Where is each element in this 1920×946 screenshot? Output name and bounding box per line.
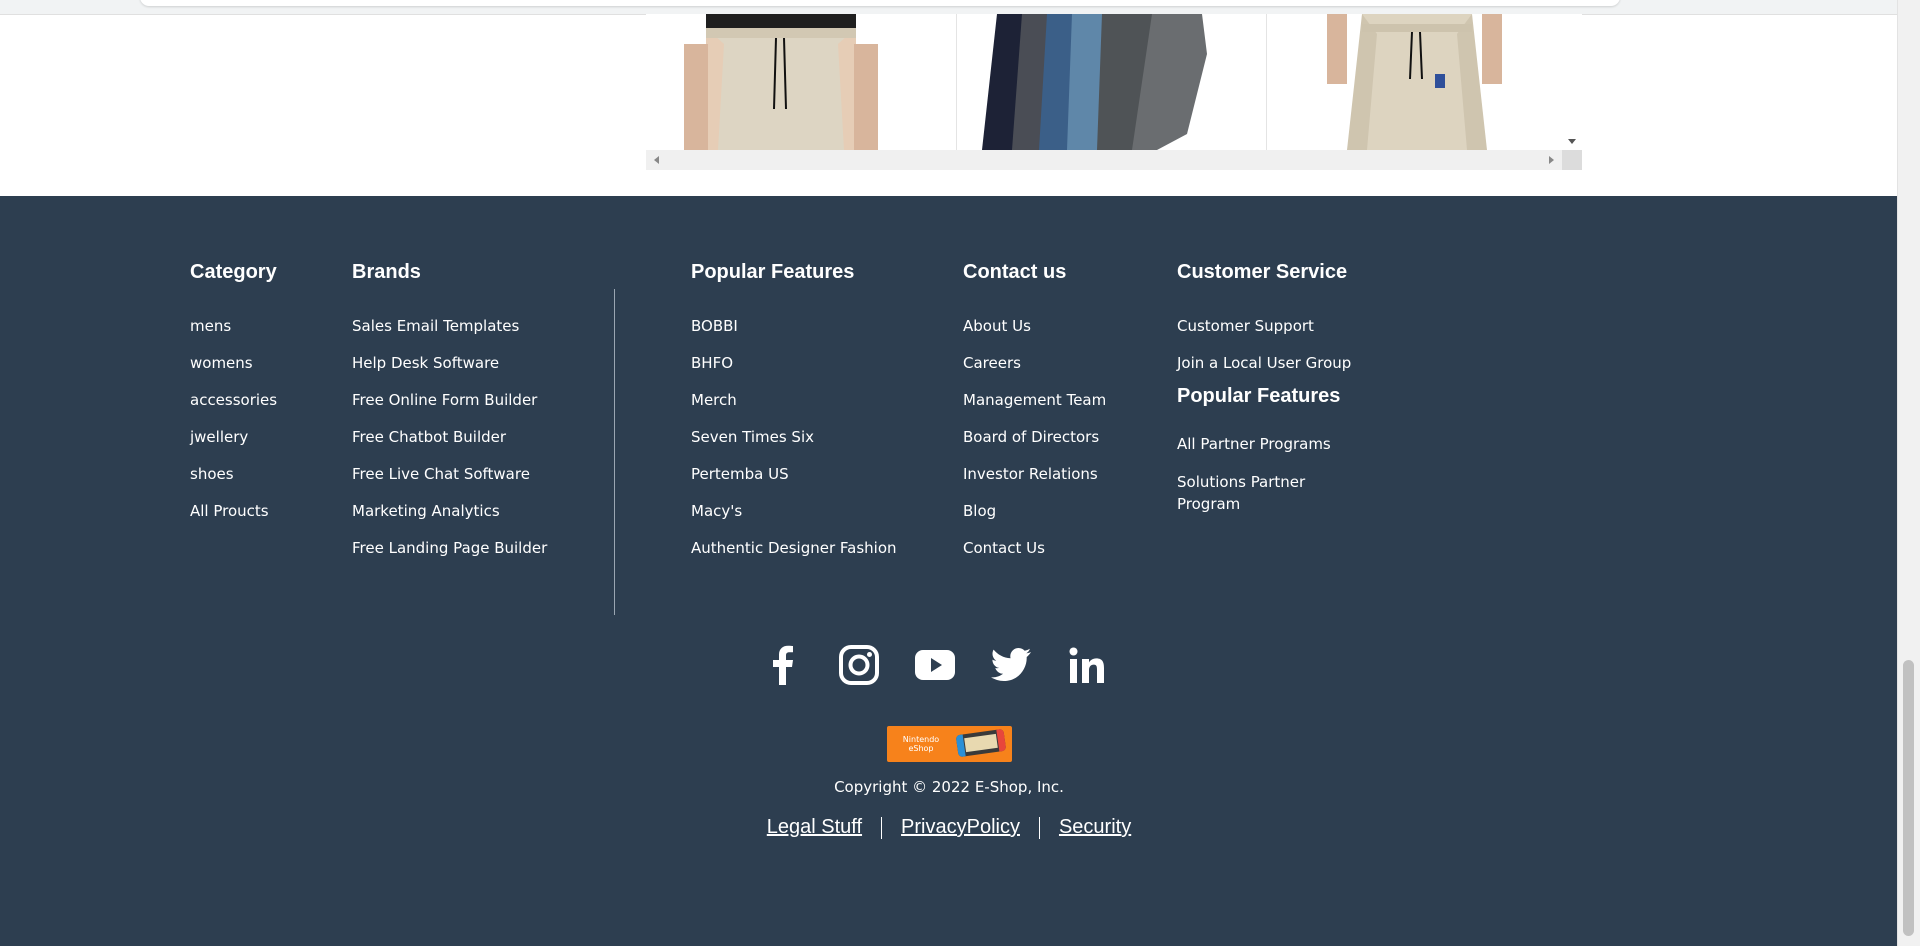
footer-heading-customer-service: Customer Service: [1177, 261, 1348, 283]
twitter-icon[interactable]: [988, 642, 1034, 688]
footer-column-customer-service: Customer Service Customer Support Join a…: [1177, 260, 1351, 532]
scroll-right-arrow-icon[interactable]: [1549, 156, 1554, 164]
footer-link[interactable]: Solutions Partner Program: [1177, 471, 1347, 515]
linkedin-icon[interactable]: [1064, 642, 1110, 688]
footer-link[interactable]: Free Online Form Builder: [352, 390, 547, 410]
legal-separator: [1038, 816, 1040, 839]
footer-heading-popular-features: Popular Features: [691, 261, 855, 283]
product-card-shorts[interactable]: [646, 14, 938, 150]
footer-link[interactable]: Free Live Chat Software: [352, 464, 547, 484]
footer-heading-popular-features-secondary: Popular Features: [1177, 385, 1341, 407]
footer-link[interactable]: BOBBI: [691, 316, 897, 336]
site-footer: Category mens womens accessories jweller…: [0, 196, 1898, 946]
footer-column-contact-us: Contact us About Us Careers Management T…: [963, 260, 1106, 575]
footer-link[interactable]: Free Chatbot Builder: [352, 427, 547, 447]
footer-link[interactable]: Pertemba US: [691, 464, 897, 484]
instagram-icon[interactable]: [836, 642, 882, 688]
footer-link[interactable]: Macy's: [691, 501, 897, 521]
footer-link[interactable]: mens: [190, 316, 277, 336]
product-carousel: [646, 14, 1582, 170]
product-image-joggers: [1327, 14, 1502, 150]
footer-heading-contact-us: Contact us: [963, 261, 1067, 283]
footer-column-brands: Brands Sales Email Templates Help Desk S…: [352, 260, 547, 575]
footer-link[interactable]: Management Team: [963, 390, 1106, 410]
footer-link[interactable]: BHFO: [691, 353, 897, 373]
product-card-socks[interactable]: [956, 14, 1249, 150]
product-image-socks: [982, 14, 1207, 150]
browser-address-strip: [0, 0, 1898, 15]
legal-links: Legal Stuff PrivacyPolicy Security: [0, 816, 1898, 839]
product-image-shorts: [684, 14, 878, 150]
scroll-down-arrow-icon[interactable]: [1568, 139, 1576, 144]
footer-link[interactable]: Board of Directors: [963, 427, 1106, 447]
scroll-left-arrow-icon[interactable]: [654, 156, 659, 164]
footer-link[interactable]: All Proucts: [190, 501, 277, 521]
footer-link[interactable]: Customer Support: [1177, 316, 1351, 336]
nintendo-eshop-badge[interactable]: Nintendo eShop: [887, 726, 1012, 762]
footer-column-popular-features: Popular Features BOBBI BHFO Merch Seven …: [691, 260, 897, 575]
footer-link[interactable]: Merch: [691, 390, 897, 410]
carousel-vertical-scrollbar[interactable]: [1562, 14, 1582, 150]
youtube-icon[interactable]: [912, 642, 958, 688]
footer-link[interactable]: Careers: [963, 353, 1106, 373]
footer-link[interactable]: About Us: [963, 316, 1106, 336]
footer-link[interactable]: Marketing Analytics: [352, 501, 547, 521]
footer-column-category: Category mens womens accessories jweller…: [190, 260, 277, 538]
social-links: [760, 640, 1110, 690]
product-card-joggers[interactable]: [1266, 14, 1559, 150]
footer-link[interactable]: Investor Relations: [963, 464, 1106, 484]
facebook-icon[interactable]: [760, 642, 806, 688]
footer-link[interactable]: Blog: [963, 501, 1106, 521]
footer-heading-category: Category: [190, 261, 277, 283]
legal-separator: [881, 816, 883, 839]
footer-heading-brands: Brands: [352, 261, 421, 283]
footer-divider: [614, 289, 615, 615]
privacy-policy-link[interactable]: PrivacyPolicy: [901, 816, 1020, 839]
copyright-text: Copyright © 2022 E-Shop, Inc.: [834, 778, 1064, 796]
footer-link[interactable]: All Partner Programs: [1177, 434, 1351, 454]
carousel-horizontal-scrollbar[interactable]: [646, 150, 1562, 170]
footer-link[interactable]: accessories: [190, 390, 277, 410]
legal-stuff-link[interactable]: Legal Stuff: [767, 816, 862, 839]
address-bar[interactable]: [140, 0, 1620, 6]
scrollbar-corner: [1562, 150, 1582, 170]
footer-link[interactable]: Join a Local User Group: [1177, 353, 1351, 373]
page-scrollbar-thumb[interactable]: [1903, 660, 1914, 936]
footer-link[interactable]: shoes: [190, 464, 277, 484]
footer-link[interactable]: Seven Times Six: [691, 427, 897, 447]
footer-link[interactable]: womens: [190, 353, 277, 373]
footer-link[interactable]: Authentic Designer Fashion: [691, 538, 897, 558]
footer-link[interactable]: Help Desk Software: [352, 353, 547, 373]
security-link[interactable]: Security: [1059, 816, 1131, 839]
page-scrollbar[interactable]: [1897, 0, 1920, 946]
badge-text: Nintendo eShop: [902, 735, 940, 753]
footer-link[interactable]: Contact Us: [963, 538, 1106, 558]
footer-link[interactable]: Sales Email Templates: [352, 316, 547, 336]
console-icon: [955, 728, 1007, 758]
footer-link[interactable]: jwellery: [190, 427, 277, 447]
footer-link[interactable]: Free Landing Page Builder: [352, 538, 547, 558]
